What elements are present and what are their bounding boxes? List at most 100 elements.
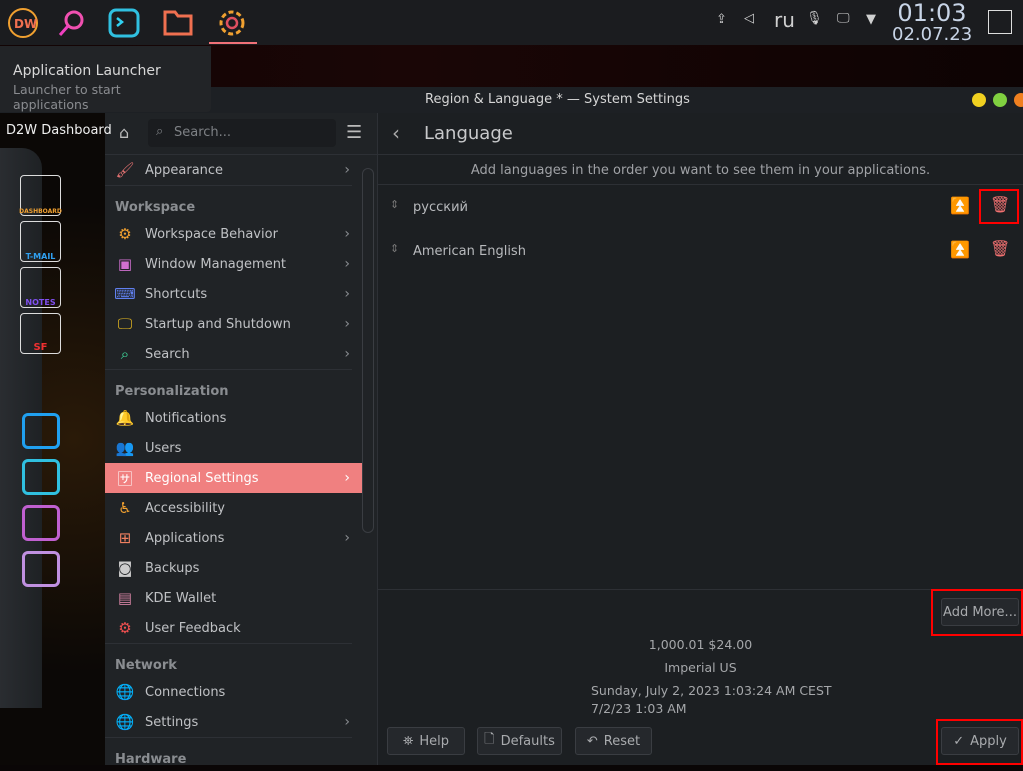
search-input[interactable]: ⌕ Search... <box>148 119 336 147</box>
delete-icon[interactable]: 🗑 <box>990 239 1010 258</box>
d2w-launcher-icon[interactable]: DW <box>6 6 40 40</box>
sidebar-group-header: Personalization <box>105 369 352 403</box>
sidebar-item-label: Backups <box>145 560 200 576</box>
move-to-top-icon[interactable]: ⏫ <box>950 196 970 215</box>
clock[interactable]: 01:03 02.07.23 <box>892 0 972 44</box>
dock-window-icon[interactable] <box>22 551 60 587</box>
sidebar-group-header: Workspace <box>105 185 352 219</box>
sidebar-item-settings[interactable]: 🌐 Settings › <box>105 707 362 737</box>
sidebar-item-label: Users <box>145 440 182 456</box>
sidebar-item-window-management[interactable]: ▣ Window Management › <box>105 249 362 279</box>
sidebar-item-label: Notifications <box>145 410 227 426</box>
chevron-right-icon: › <box>344 226 350 242</box>
language-page: ‹ Language Add languages in the order you… <box>378 113 1023 765</box>
svg-text:DW: DW <box>14 17 37 31</box>
chevron-right-icon: › <box>344 286 350 302</box>
sidebar-item-label: Shortcuts <box>145 286 208 302</box>
dock-label: D2W Dashboard <box>6 123 112 138</box>
apps-grid-icon: ⊞ <box>118 529 132 547</box>
sidebar-item-regional-settings[interactable]: 🈂 Regional Settings › <box>105 463 362 493</box>
dock-monitor-icon[interactable] <box>22 413 60 449</box>
highlight-delete <box>979 189 1019 224</box>
settings-gear-icon[interactable] <box>215 6 249 40</box>
sidebar-item-label: User Feedback <box>145 620 241 636</box>
tooltip: Application Launcher Launcher to start ap… <box>0 46 211 112</box>
dock-tile-tmail[interactable]: T-MAIL <box>20 221 61 262</box>
paintbrush-icon: 🖌 <box>115 161 135 179</box>
chevron-down-icon[interactable]: ▼ <box>866 12 876 27</box>
taskbar: DW ⇪ ◁ ru 🎙 🖵 ▼ 01:03 02.07.23 <box>0 0 1023 45</box>
sidebar-item-shortcuts[interactable]: ⌨ Shortcuts › <box>105 279 362 309</box>
dock-terminal-icon[interactable] <box>22 459 60 495</box>
hamburger-menu-icon[interactable]: ☰ <box>346 122 362 143</box>
dock-tile-sf[interactable]: SF <box>20 313 61 354</box>
minimize-button[interactable] <box>972 93 986 107</box>
sidebar-group-header: Network <box>105 643 352 677</box>
sidebar-item-label: Window Management <box>145 256 287 272</box>
microphone-icon[interactable]: 🎙 <box>806 11 823 26</box>
dock-chart-icon[interactable] <box>22 505 60 541</box>
chevron-right-icon: › <box>344 316 350 332</box>
folder-icon[interactable] <box>161 6 195 40</box>
short-date-preview: 7/2/23 1:03 AM <box>591 701 687 716</box>
measurement-preview: Imperial US <box>664 660 737 675</box>
language-row[interactable]: ⇕ русский ⏫ 🗑 <box>378 185 1023 229</box>
drag-handle-icon[interactable]: ⇕ <box>390 242 399 255</box>
undo-icon: ↶ <box>586 733 598 749</box>
globe-icon: 🌐 <box>115 683 135 701</box>
sidebar-item-search[interactable]: ⌕ Search › <box>105 339 362 369</box>
back-icon[interactable]: ‹ <box>392 121 400 145</box>
move-to-top-icon[interactable]: ⏫ <box>950 240 970 259</box>
globe-icon: 🌐 <box>115 713 135 731</box>
keyboard-icon: ⌨ <box>114 285 136 303</box>
sidebar-scrollbar[interactable] <box>362 168 374 533</box>
volume-icon[interactable]: ◁ <box>744 11 754 26</box>
drag-handle-icon[interactable]: ⇕ <box>390 198 399 211</box>
sidebar-item-label: Search <box>145 346 190 362</box>
monitor-power-icon: 🖵 <box>117 315 133 333</box>
bell-icon: 🔔 <box>115 409 135 427</box>
chevron-right-icon: › <box>344 470 350 486</box>
terminal-icon[interactable] <box>107 6 141 40</box>
show-desktop-button[interactable] <box>988 10 1012 34</box>
network-icon[interactable]: 🖵 <box>837 11 850 26</box>
sidebar-item-kde-wallet[interactable]: ▤ KDE Wallet <box>105 583 362 613</box>
home-icon[interactable]: ⌂ <box>119 123 129 142</box>
sidebar-list: 🖌 Appearance › Workspace ⚙ Workspace Behavior… <box>105 155 362 771</box>
sidebar-item-appearance[interactable]: 🖌 Appearance › <box>105 155 362 185</box>
help-button[interactable]: ⛯ Help <box>387 727 465 755</box>
sidebar-item-applications[interactable]: ⊞ Applications › <box>105 523 362 553</box>
page-title: Language <box>424 123 513 144</box>
sidebar-item-workspace-behavior[interactable]: ⚙ Workspace Behavior › <box>105 219 362 249</box>
sidebar-item-backups[interactable]: ◙ Backups <box>105 553 362 583</box>
sidebar-item-notifications[interactable]: 🔔 Notifications <box>105 403 362 433</box>
search-icon[interactable] <box>54 6 88 40</box>
chevron-right-icon: › <box>344 530 350 546</box>
reset-button[interactable]: ↶ Reset <box>575 727 652 755</box>
numbers-preview: 1,000.01 $24.00 <box>648 637 753 652</box>
maximize-button[interactable] <box>993 93 1007 107</box>
active-task-indicator <box>209 42 257 44</box>
keyboard-layout[interactable]: ru <box>774 8 795 32</box>
sidebar-item-connections[interactable]: 🌐 Connections <box>105 677 362 707</box>
sidebar-item-startup-and-shutdown[interactable]: 🖵 Startup and Shutdown › <box>105 309 362 339</box>
sidebar-item-users[interactable]: 👥 Users <box>105 433 362 463</box>
sidebar-item-accessibility[interactable]: ♿ Accessibility <box>105 493 362 523</box>
long-date-preview: Sunday, July 2, 2023 1:03:24 AM CEST <box>591 683 832 698</box>
language-row[interactable]: ⇕ American English ⏫ 🗑 <box>378 229 1023 273</box>
dashboard-dock: DASHBOARD T-MAIL NOTES SF <box>0 113 105 765</box>
close-button[interactable] <box>1014 93 1023 107</box>
language-icon: 🈂 <box>117 469 133 488</box>
dock-tile-notes[interactable]: NOTES <box>20 267 61 308</box>
dock-tile-dashboard[interactable]: DASHBOARD <box>19 175 62 216</box>
search-icon: ⌕ <box>120 345 130 363</box>
search-icon: ⌕ <box>156 124 164 139</box>
sidebar-item-label: KDE Wallet <box>145 590 217 606</box>
sidebar-item-user-feedback[interactable]: ⚙ User Feedback <box>105 613 362 643</box>
wallet-icon: ▤ <box>117 589 133 607</box>
chevron-right-icon: › <box>344 162 350 178</box>
defaults-button[interactable]: 🗋 Defaults <box>477 727 562 755</box>
sidebar-item-label: Accessibility <box>145 500 225 516</box>
update-icon[interactable]: ⇪ <box>716 12 727 27</box>
sidebar-item-label: Regional Settings <box>145 470 259 486</box>
